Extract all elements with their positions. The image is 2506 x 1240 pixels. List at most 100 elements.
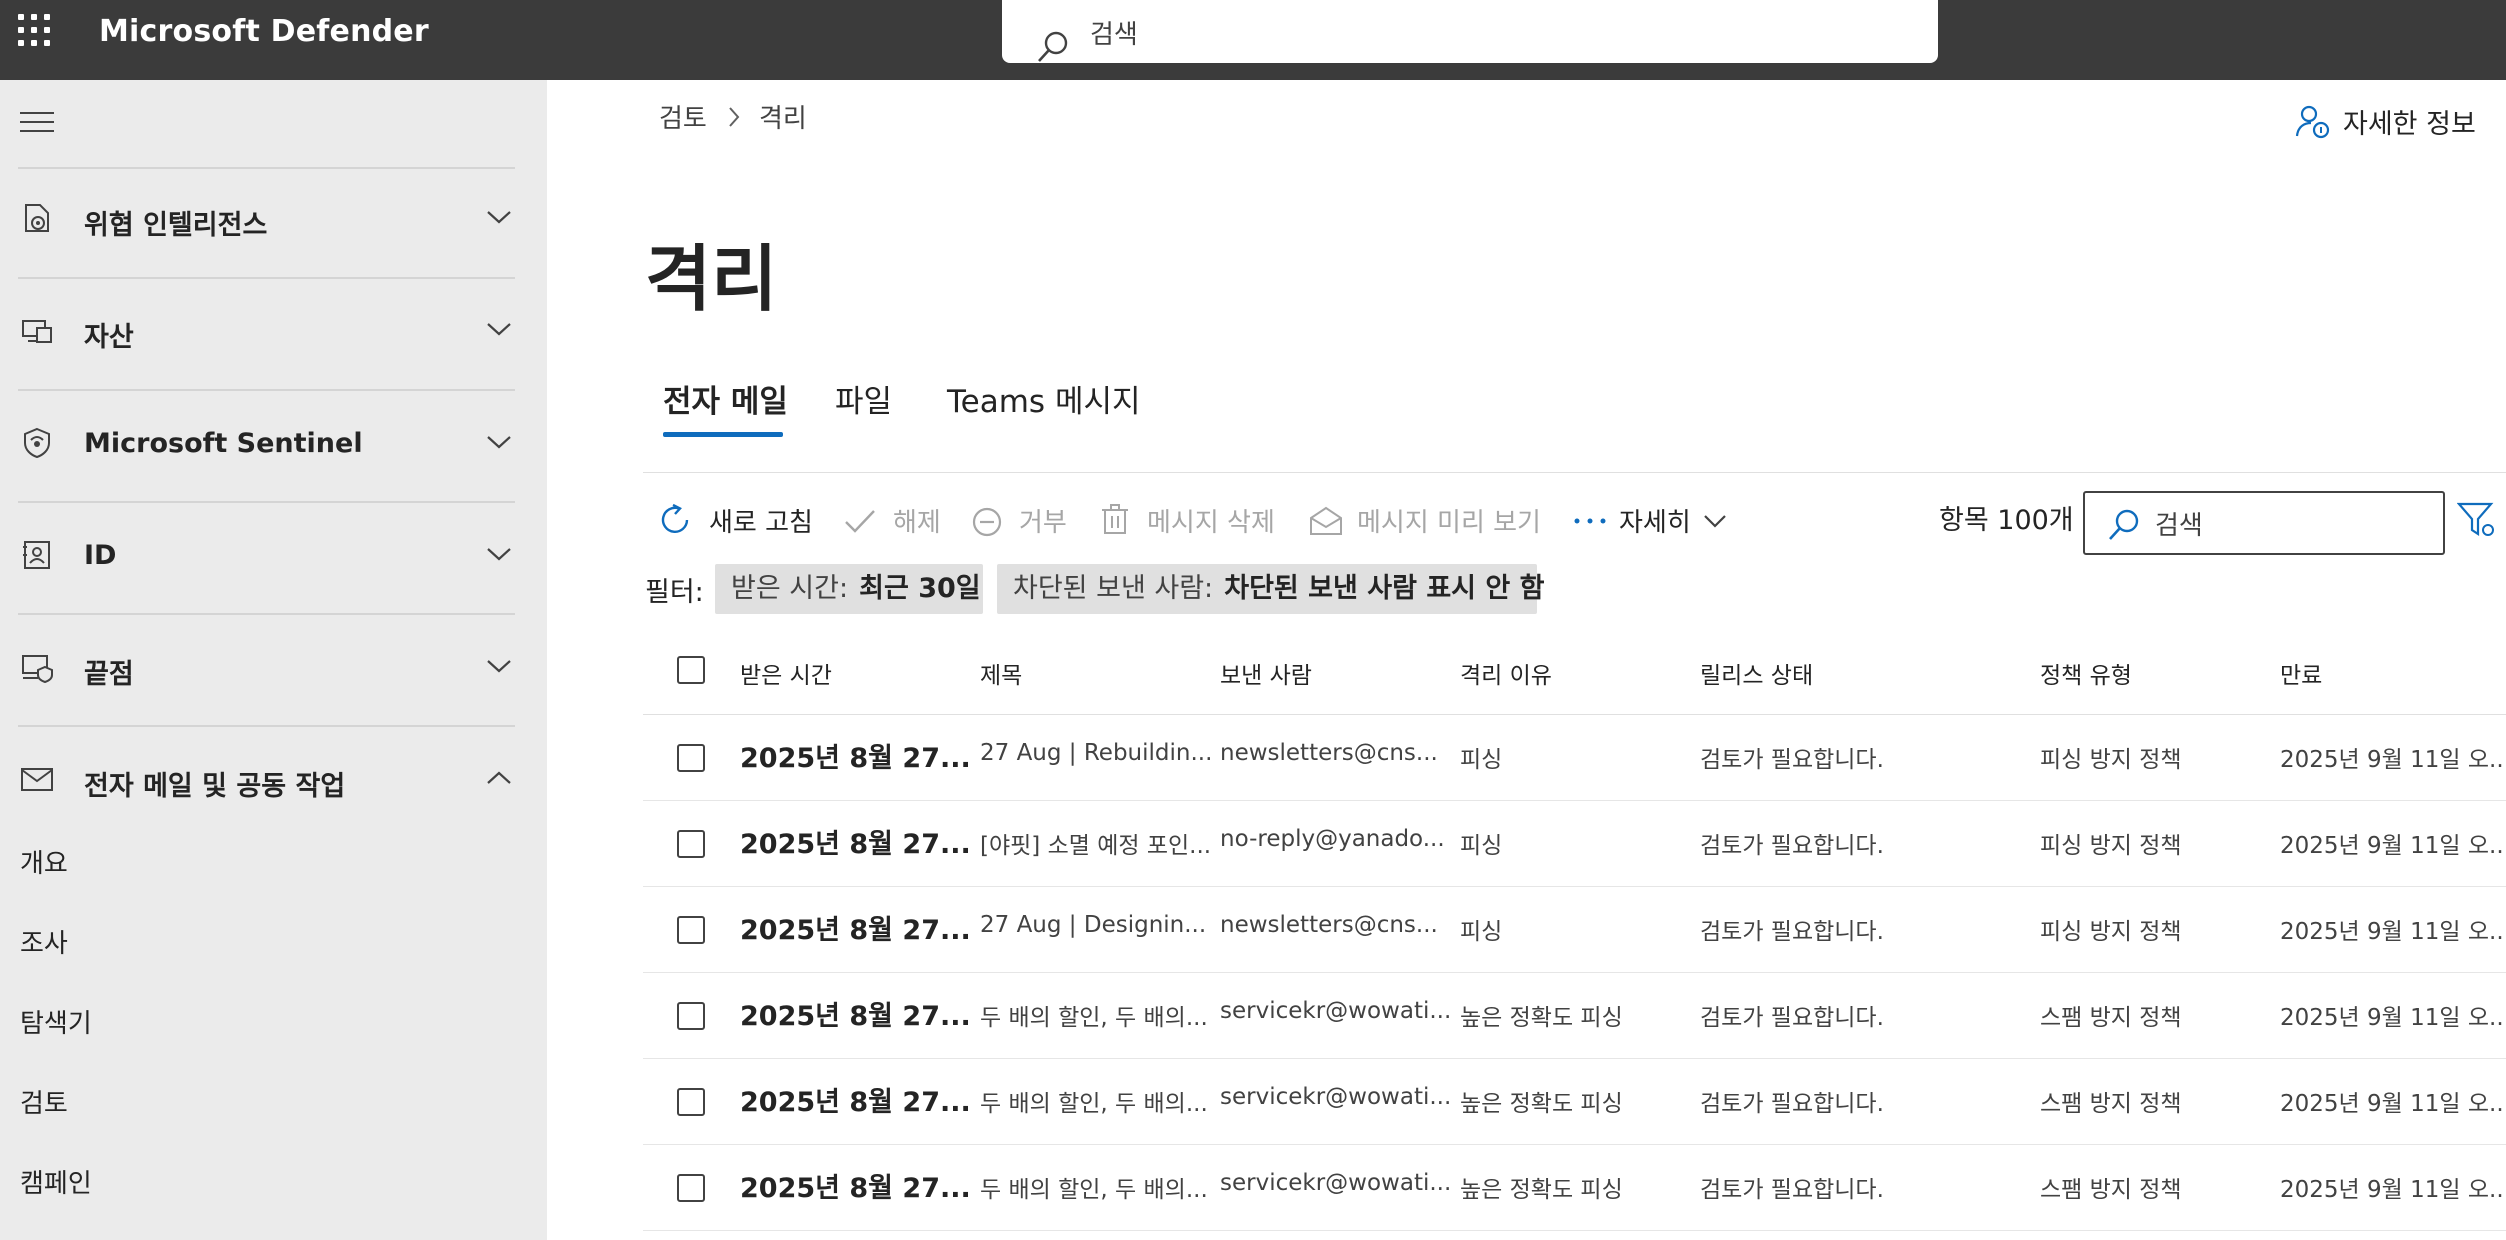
cell-release-status: 검토가 필요합니다.: [1700, 1177, 1884, 1203]
sidebar-item-review[interactable]: 검토: [20, 1083, 68, 1120]
sidebar-group-email-collaboration[interactable]: 전자 메일 및 공동 작업: [0, 750, 530, 810]
cell-subject: 27 Aug | Rebuildin...: [980, 740, 1213, 766]
column-header-subject[interactable]: 제목: [980, 656, 1022, 690]
trash-icon: [1102, 504, 1128, 534]
sidebar-group-label: Microsoft Sentinel: [84, 428, 363, 459]
hamburger-menu-icon[interactable]: [20, 110, 56, 140]
global-search-placeholder: 검색: [1090, 20, 1138, 50]
column-header-sender[interactable]: 보낸 사람: [1220, 656, 1312, 690]
column-header-release-status[interactable]: 릴리스 상태: [1700, 656, 1813, 690]
deny-button[interactable]: 거부: [971, 496, 1075, 546]
sidebar-divider: [18, 389, 515, 391]
row-checkbox[interactable]: [677, 830, 705, 858]
tab-teams-messages[interactable]: Teams 메시지: [947, 376, 1141, 421]
cell-policy-type: 스팸 방지 정책: [2040, 1177, 2182, 1203]
filter-chip-key: 받은 시간:: [731, 573, 849, 604]
sidebar-item-explorer[interactable]: 탐색기: [20, 1003, 92, 1040]
app-title[interactable]: Microsoft Defender: [99, 14, 429, 49]
filter-chip-value: 차단된 보낸 사람 표시 안 함: [1224, 573, 1545, 604]
cell-subject: 두 배의 할인, 두 배의...: [980, 1005, 1208, 1031]
row-checkbox[interactable]: [677, 1002, 705, 1030]
sidebar-group-assets[interactable]: 자산: [0, 301, 530, 361]
search-icon: [2109, 509, 2139, 540]
cell-sender: servicekr@wowati...: [1220, 1170, 1452, 1196]
sidebar-divider: [18, 501, 515, 503]
row-divider: [643, 1058, 2506, 1059]
row-divider: [643, 1144, 2506, 1145]
filter-chip-key: 차단된 보낸 사람:: [1013, 573, 1214, 604]
row-checkbox[interactable]: [677, 916, 705, 944]
row-divider: [643, 972, 2506, 973]
column-header-quarantine-reason[interactable]: 격리 이유: [1460, 656, 1552, 690]
cell-release-status: 검토가 필요합니다.: [1700, 747, 1884, 773]
cell-received: 2025년 8월 27...: [740, 829, 971, 860]
chevron-down-icon: [1704, 515, 1726, 528]
tab-email[interactable]: 전자 메일: [663, 376, 788, 421]
preview-message-button[interactable]: 메시지 미리 보기: [1309, 496, 1545, 546]
filter-chip-blocked-senders[interactable]: 차단된 보낸 사람: 차단된 보낸 사람 표시 안 함: [997, 564, 1545, 614]
app-launcher-icon[interactable]: [18, 14, 54, 50]
cell-quarantine-reason: 피싱: [1460, 919, 1503, 945]
sidebar-group-label: 전자 메일 및 공동 작업: [84, 771, 346, 802]
chevron-down-icon: [487, 211, 511, 224]
sidebar-group-label: 끝점: [84, 659, 134, 690]
tab-selected-indicator: [663, 432, 783, 437]
more-actions-label: 자세히: [1619, 508, 1691, 538]
sidebar-item-campaigns[interactable]: 캠페인: [20, 1163, 92, 1200]
sidebar-group-identity[interactable]: ID: [0, 526, 530, 586]
cell-release-status: 검토가 필요합니다.: [1700, 1005, 1884, 1031]
chevron-right-icon: [729, 107, 740, 127]
mail-icon: [21, 768, 53, 791]
tab-files[interactable]: 파일: [835, 376, 892, 421]
column-header-received[interactable]: 받은 시간: [740, 656, 832, 690]
select-all-checkbox[interactable]: [677, 656, 705, 684]
cell-quarantine-reason: 높은 정확도 피싱: [1460, 1177, 1623, 1203]
cell-subject: 27 Aug | Designin...: [980, 912, 1207, 938]
sidebar-item-overview[interactable]: 개요: [20, 843, 68, 880]
chevron-down-icon: [487, 436, 511, 449]
row-checkbox[interactable]: [677, 1088, 705, 1116]
deny-label: 거부: [1019, 508, 1067, 538]
chevron-up-icon: [487, 771, 511, 784]
page-title: 격리: [645, 237, 778, 321]
cell-expires: 2025년 9월 11일 오...: [2280, 833, 2506, 859]
item-count: 항목 100개: [1939, 505, 2074, 536]
cell-quarantine-reason: 피싱: [1460, 833, 1503, 859]
more-actions-button[interactable]: 자세히: [1573, 496, 1743, 546]
cell-release-status: 검토가 필요합니다.: [1700, 833, 1884, 859]
column-header-policy-type[interactable]: 정책 유형: [2040, 656, 2132, 690]
column-header-expires[interactable]: 만료: [2280, 656, 2322, 690]
envelope-open-icon: [1310, 506, 1342, 535]
row-checkbox[interactable]: [677, 1174, 705, 1202]
filter-chip-value: 최근 30일: [859, 573, 981, 604]
sidebar-divider: [18, 613, 515, 615]
sidebar-group-label: 위협 인텔리전스: [84, 210, 268, 241]
delete-messages-button[interactable]: 메시지 삭제: [1101, 496, 1311, 546]
filters-label: 필터:: [645, 577, 704, 608]
sidebar-group-endpoints[interactable]: 끝점: [0, 638, 530, 698]
sidebar-item-investigations[interactable]: 조사: [20, 923, 68, 960]
quarantine-search-input[interactable]: 검색: [2083, 491, 2445, 555]
sidebar-group-sentinel[interactable]: Microsoft Sentinel: [0, 414, 530, 474]
global-search-input[interactable]: 검색: [1002, 0, 1938, 63]
sidebar-group-label: 자산: [84, 322, 134, 353]
sidebar-group-threat-intelligence[interactable]: 위협 인텔리전스: [0, 189, 530, 249]
filter-chip-received-time[interactable]: 받은 시간: 최근 30일: [715, 564, 983, 614]
user-info-icon: [2295, 105, 2330, 139]
filter-settings-icon[interactable]: [2457, 500, 2497, 540]
release-button[interactable]: 해제: [843, 496, 947, 546]
row-divider: [643, 1230, 2506, 1231]
more-info-label: 자세한 정보: [2343, 109, 2476, 140]
breadcrumb-review[interactable]: 검토: [659, 98, 707, 135]
cell-policy-type: 피싱 방지 정책: [2040, 919, 2182, 945]
cell-sender: servicekr@wowati...: [1220, 998, 1452, 1024]
cell-received: 2025년 8월 27...: [740, 915, 971, 946]
cell-expires: 2025년 9월 11일 오...: [2280, 747, 2506, 773]
cell-policy-type: 스팸 방지 정책: [2040, 1005, 2182, 1031]
cell-subject: 두 배의 할인, 두 배의...: [980, 1091, 1208, 1117]
chevron-down-icon: [487, 323, 511, 336]
row-checkbox[interactable]: [677, 744, 705, 772]
cell-quarantine-reason: 높은 정확도 피싱: [1460, 1091, 1623, 1117]
deny-icon: [972, 507, 1002, 537]
refresh-button[interactable]: 새로 고침: [657, 496, 827, 546]
